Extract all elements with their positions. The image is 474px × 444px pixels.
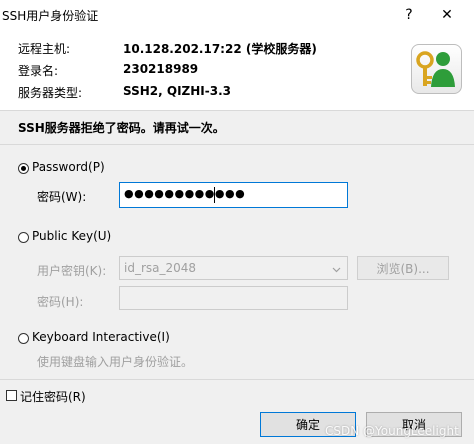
error-message: SSH服务器拒绝了密码。请再试一次。: [18, 121, 225, 135]
keyboard-interactive-description: 使用键盘输入用户身份验证。: [37, 355, 194, 369]
publickey-option-label[interactable]: Public Key(U): [32, 229, 111, 243]
remember-password-label[interactable]: 记住密码(R): [20, 388, 86, 405]
password-radio[interactable]: [18, 163, 29, 174]
options-divider: [0, 379, 474, 380]
user-key-select[interactable]: id_rsa_2048: [119, 256, 348, 280]
server-type-value: SSH2, QIZHI-3.3: [123, 84, 231, 98]
login-value: 230218989: [123, 62, 199, 76]
password-field-value: ●●●●●●●●●●●●: [124, 187, 246, 200]
browse-button-label: 浏览(B)...: [376, 261, 430, 276]
user-key-label: 用户密钥(K):: [37, 264, 107, 278]
host-value: 10.128.202.17:22 (学校服务器): [123, 42, 317, 56]
window-title: SSH用户身份验证: [2, 9, 99, 23]
host-label: 远程主机:: [18, 42, 71, 56]
ok-button-label: 确定: [295, 418, 320, 432]
keyboard-interactive-radio[interactable]: [18, 333, 29, 344]
close-icon: ✕: [441, 7, 453, 23]
remember-password-checkbox[interactable]: [6, 390, 17, 401]
header-divider: [0, 110, 474, 111]
server-type-label: 服务器类型:: [18, 86, 83, 100]
key-person-icon: [411, 44, 462, 94]
publickey-radio[interactable]: [18, 232, 29, 243]
login-label: 登录名:: [18, 64, 59, 78]
watermark: CSDN @YoungLeelight: [325, 424, 459, 438]
passphrase-label: 密码(H):: [37, 295, 84, 309]
user-key-value: id_rsa_2048: [124, 261, 197, 275]
text-caret: [214, 187, 215, 203]
password-field[interactable]: ●●●●●●●●●●●●: [119, 182, 348, 208]
password-field-label: 密码(W):: [37, 190, 87, 204]
close-button[interactable]: ✕: [424, 0, 470, 30]
help-icon: ?: [405, 7, 413, 23]
chevron-down-icon: [332, 263, 341, 277]
passphrase-field[interactable]: [119, 286, 348, 310]
message-divider: [0, 144, 474, 145]
browse-button[interactable]: 浏览(B)...: [357, 256, 449, 280]
keyboard-interactive-label[interactable]: Keyboard Interactive(I): [32, 330, 170, 344]
password-option-label[interactable]: Password(P): [32, 160, 105, 174]
